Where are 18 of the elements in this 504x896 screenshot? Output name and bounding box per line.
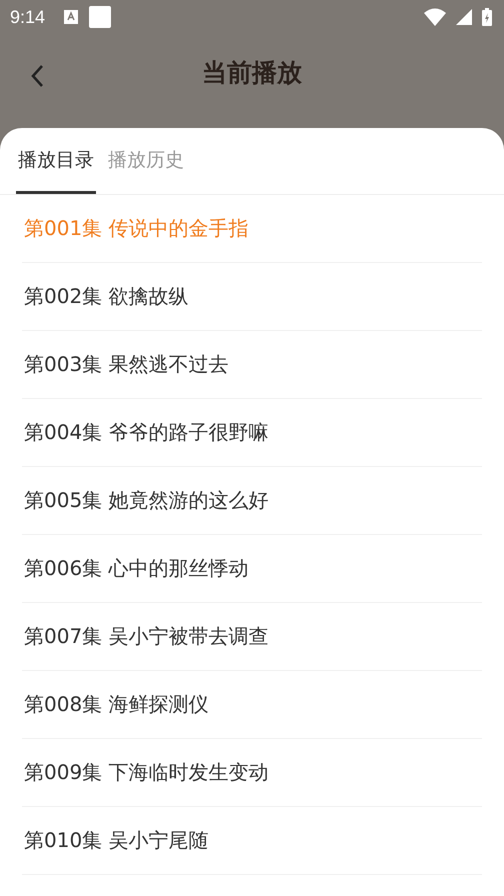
status-time: 9:14 [10, 6, 46, 28]
episode-item[interactable]: 第003集 果然逃不过去 [22, 351, 229, 378]
page-title: 当前播放 [202, 56, 302, 88]
episode-item[interactable]: 第004集 爷爷的路子很野嘛 [22, 419, 269, 446]
episode-item[interactable]: 第002集 欲擒故纵 [22, 283, 189, 310]
episode-item[interactable]: 第005集 她竟然游的这么好 [22, 487, 269, 514]
tab[interactable]: 播放目录 [16, 128, 96, 194]
notification-icon [63, 9, 80, 25]
episode-item[interactable]: 第007集 吴小宁被带去调查 [22, 623, 269, 650]
episode-item[interactable]: 第006集 心中的那丝悸动 [22, 555, 249, 582]
episode-item[interactable]: 第008集 海鲜探测仪 [22, 691, 209, 718]
episode-item[interactable]: 第009集 下海临时发生变动 [22, 759, 269, 786]
signal-icon [456, 9, 472, 25]
wifi-icon [424, 8, 446, 26]
battery-icon [482, 8, 492, 26]
notification-icon [89, 6, 112, 28]
episode-item[interactable]: 第010集 吴小宁尾随 [22, 827, 209, 854]
back-icon [30, 64, 44, 88]
